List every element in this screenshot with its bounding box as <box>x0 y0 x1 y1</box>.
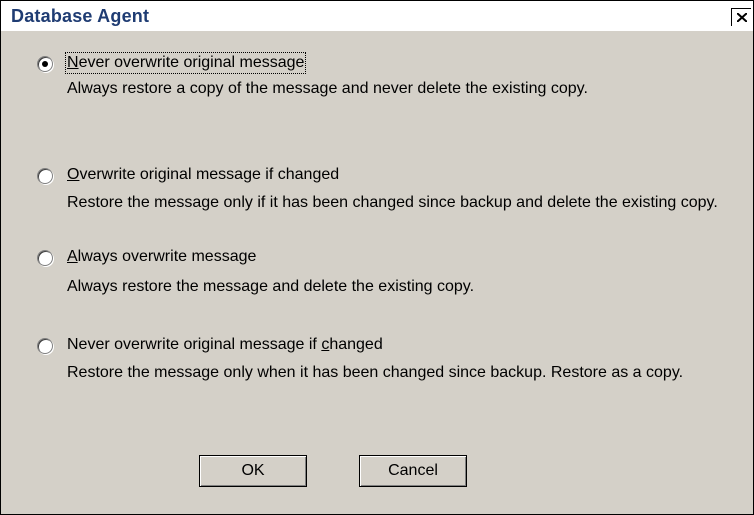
dialog-title: Database Agent <box>11 6 150 26</box>
cancel-button[interactable]: Cancel <box>359 455 467 487</box>
ok-button[interactable]: OK <box>199 455 307 487</box>
dialog-content: Never overwrite original message Always … <box>1 31 753 514</box>
radio-always-overwrite[interactable] <box>37 250 53 266</box>
radio-selected-dot <box>42 61 48 67</box>
radio-overwrite-if-changed[interactable] <box>37 168 53 184</box>
title-bar: Database Agent <box>1 1 753 31</box>
option-label-always-overwrite[interactable]: Always overwrite message <box>67 248 256 266</box>
radio-never-overwrite-if-changed[interactable] <box>37 338 53 354</box>
option-description-never-overwrite-if-changed: Restore the message only when it has bee… <box>67 364 684 381</box>
radio-never-overwrite[interactable] <box>37 56 53 72</box>
option-label-overwrite-if-changed[interactable]: Overwrite original message if changed <box>67 166 339 184</box>
option-description-overwrite-if-changed: Restore the message only if it has been … <box>67 194 718 211</box>
option-description-always-overwrite: Always restore the message and delete th… <box>67 278 475 295</box>
option-description-never-overwrite: Always restore a copy of the message and… <box>67 80 588 97</box>
option-label-never-overwrite[interactable]: Never overwrite original message <box>64 52 307 74</box>
option-label-never-overwrite-if-changed[interactable]: Never overwrite original message if chan… <box>67 336 383 354</box>
close-button[interactable] <box>731 8 751 26</box>
close-icon <box>737 13 747 22</box>
dialog-window: Database Agent Never overwrite original … <box>0 0 754 515</box>
